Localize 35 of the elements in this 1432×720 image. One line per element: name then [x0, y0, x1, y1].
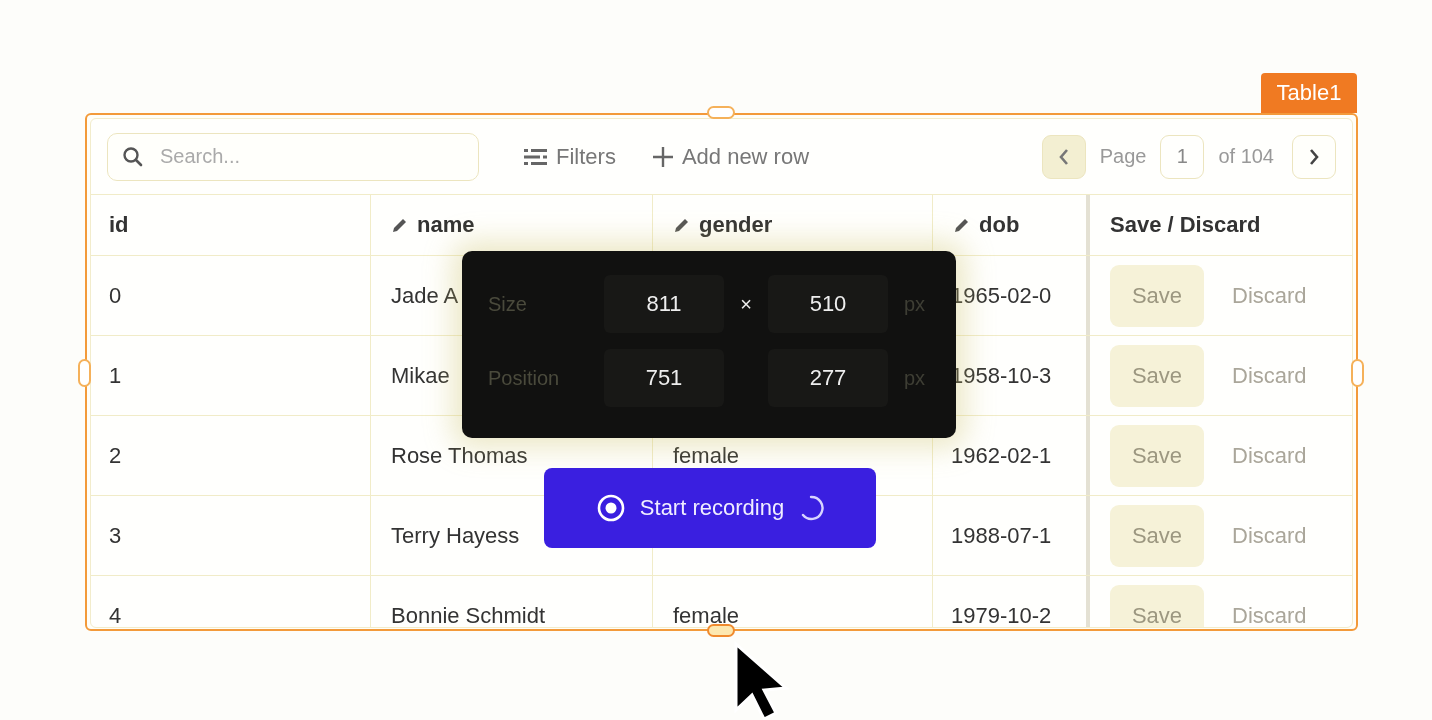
filter-icon [524, 146, 548, 167]
search-icon [121, 144, 145, 169]
property-label: Position [488, 366, 561, 390]
times-sign: × [739, 292, 753, 316]
table-cell: 4 [91, 576, 371, 627]
table-cell: 0 [91, 256, 371, 335]
next-page-button[interactable] [1292, 134, 1336, 179]
table-cell: 1988-07-1 [933, 496, 1090, 575]
page-label: Page [1099, 145, 1147, 168]
filters-button[interactable]: Filters [524, 143, 616, 170]
search-field[interactable]: Search... [107, 132, 479, 181]
value-field[interactable]: 277 [768, 349, 888, 407]
value-field[interactable]: 510 [768, 275, 888, 333]
value-field[interactable]: 751 [604, 349, 724, 407]
column-header[interactable]: id [91, 195, 371, 255]
value-field[interactable]: 811 [604, 275, 724, 333]
plus-icon [651, 145, 674, 168]
resize-handle[interactable] [707, 624, 735, 637]
chevron-right-icon [1308, 147, 1320, 166]
record-button[interactable]: Start recording [544, 468, 876, 548]
resize-handle[interactable] [707, 106, 735, 119]
record-icon [595, 493, 626, 523]
table-cell: 1979-10-2 [933, 576, 1090, 627]
page-number-field[interactable]: 1 [1160, 134, 1205, 179]
page-count: of 104 [1218, 145, 1274, 168]
table-cell: 3 [91, 496, 371, 575]
resize-handle[interactable] [1351, 359, 1364, 387]
resize-handle[interactable] [78, 359, 91, 387]
chevron-left-icon [1057, 147, 1070, 166]
column-header[interactable]: Save / Discard [1090, 195, 1352, 255]
add-row-button[interactable]: Add new row [651, 143, 810, 170]
table-cell: Bonnie Schmidt [371, 576, 653, 627]
widget-tag: Table1 [1261, 73, 1357, 113]
property-label: Size [488, 292, 528, 316]
table-cell: 2 [91, 416, 371, 495]
